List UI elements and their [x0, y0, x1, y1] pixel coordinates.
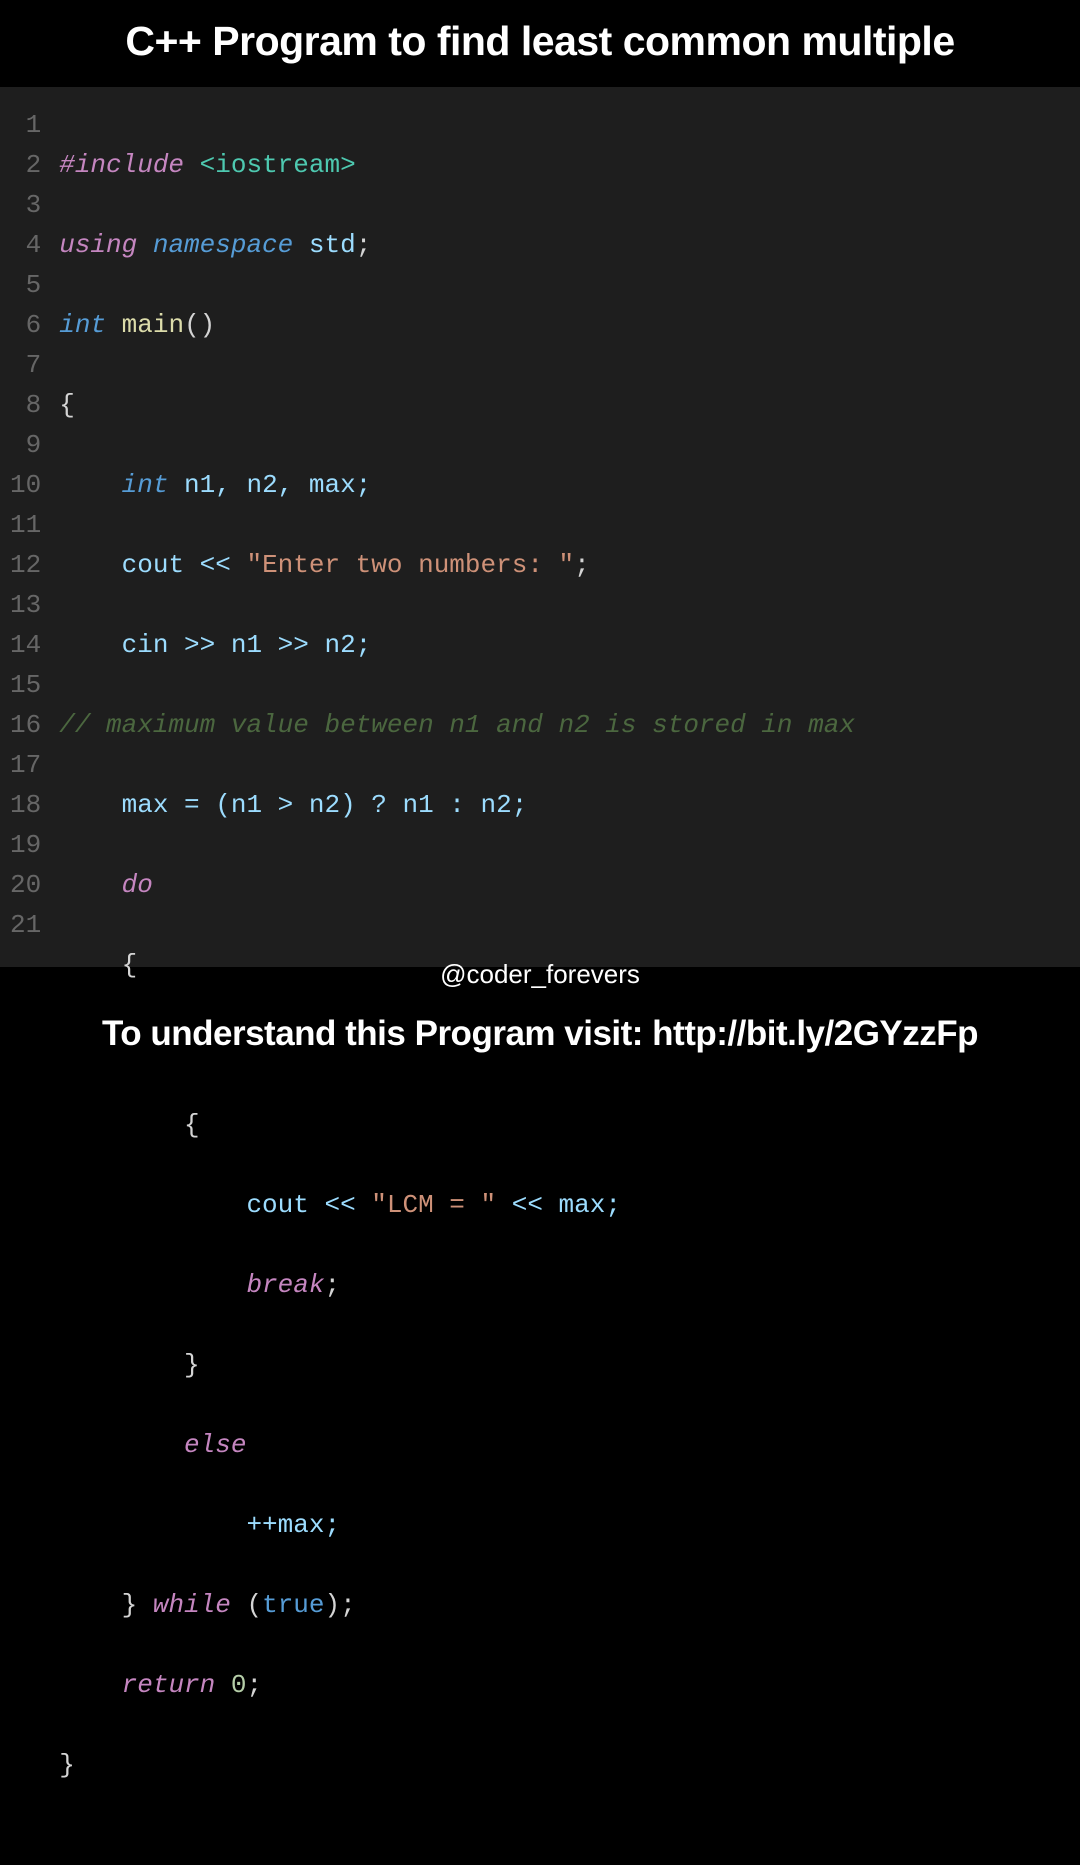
line-number: 12 — [10, 545, 41, 585]
line-number: 4 — [10, 225, 41, 265]
code-line: } — [59, 1745, 855, 1785]
code-line: #include <iostream> — [59, 145, 855, 185]
code-line: } — [59, 1345, 855, 1385]
footer-link-text: To understand this Program visit: http:/… — [0, 990, 1080, 1080]
line-number: 7 — [10, 345, 41, 385]
credit-handle: @coder_forevers — [0, 959, 1080, 990]
line-number: 9 — [10, 425, 41, 465]
line-number: 18 — [10, 785, 41, 825]
code-content: #include <iostream> using namespace std;… — [59, 105, 855, 949]
code-line: cout << "Enter two numbers: "; — [59, 545, 855, 585]
code-line: break; — [59, 1265, 855, 1305]
code-line: cout << "LCM = " << max; — [59, 1185, 855, 1225]
line-number: 13 — [10, 585, 41, 625]
line-number: 16 — [10, 705, 41, 745]
code-line: max = (n1 > n2) ? n1 : n2; — [59, 785, 855, 825]
line-number: 3 — [10, 185, 41, 225]
code-line: ++max; — [59, 1505, 855, 1545]
code-line: return 0; — [59, 1665, 855, 1705]
code-line: int main() — [59, 305, 855, 345]
code-line: { — [59, 385, 855, 425]
line-number: 11 — [10, 505, 41, 545]
line-number: 8 — [10, 385, 41, 425]
line-number: 10 — [10, 465, 41, 505]
line-number-gutter: 1 2 3 4 5 6 7 8 9 10 11 12 13 14 15 16 1… — [0, 105, 59, 949]
code-line: { — [59, 1105, 855, 1145]
page-title: C++ Program to find least common multipl… — [0, 0, 1080, 87]
line-number: 1 — [10, 105, 41, 145]
code-line: } while (true); — [59, 1585, 855, 1625]
line-number: 6 — [10, 305, 41, 345]
code-line: do — [59, 865, 855, 905]
line-number: 2 — [10, 145, 41, 185]
line-number: 5 — [10, 265, 41, 305]
code-line: cin >> n1 >> n2; — [59, 625, 855, 665]
line-number: 15 — [10, 665, 41, 705]
code-line: int n1, n2, max; — [59, 465, 855, 505]
line-number: 21 — [10, 905, 41, 945]
line-number: 17 — [10, 745, 41, 785]
code-line: // maximum value between n1 and n2 is st… — [59, 705, 855, 745]
code-line: else — [59, 1425, 855, 1465]
line-number: 20 — [10, 865, 41, 905]
line-number: 14 — [10, 625, 41, 665]
code-editor: 1 2 3 4 5 6 7 8 9 10 11 12 13 14 15 16 1… — [0, 87, 1080, 967]
line-number: 19 — [10, 825, 41, 865]
code-line: using namespace std; — [59, 225, 855, 265]
